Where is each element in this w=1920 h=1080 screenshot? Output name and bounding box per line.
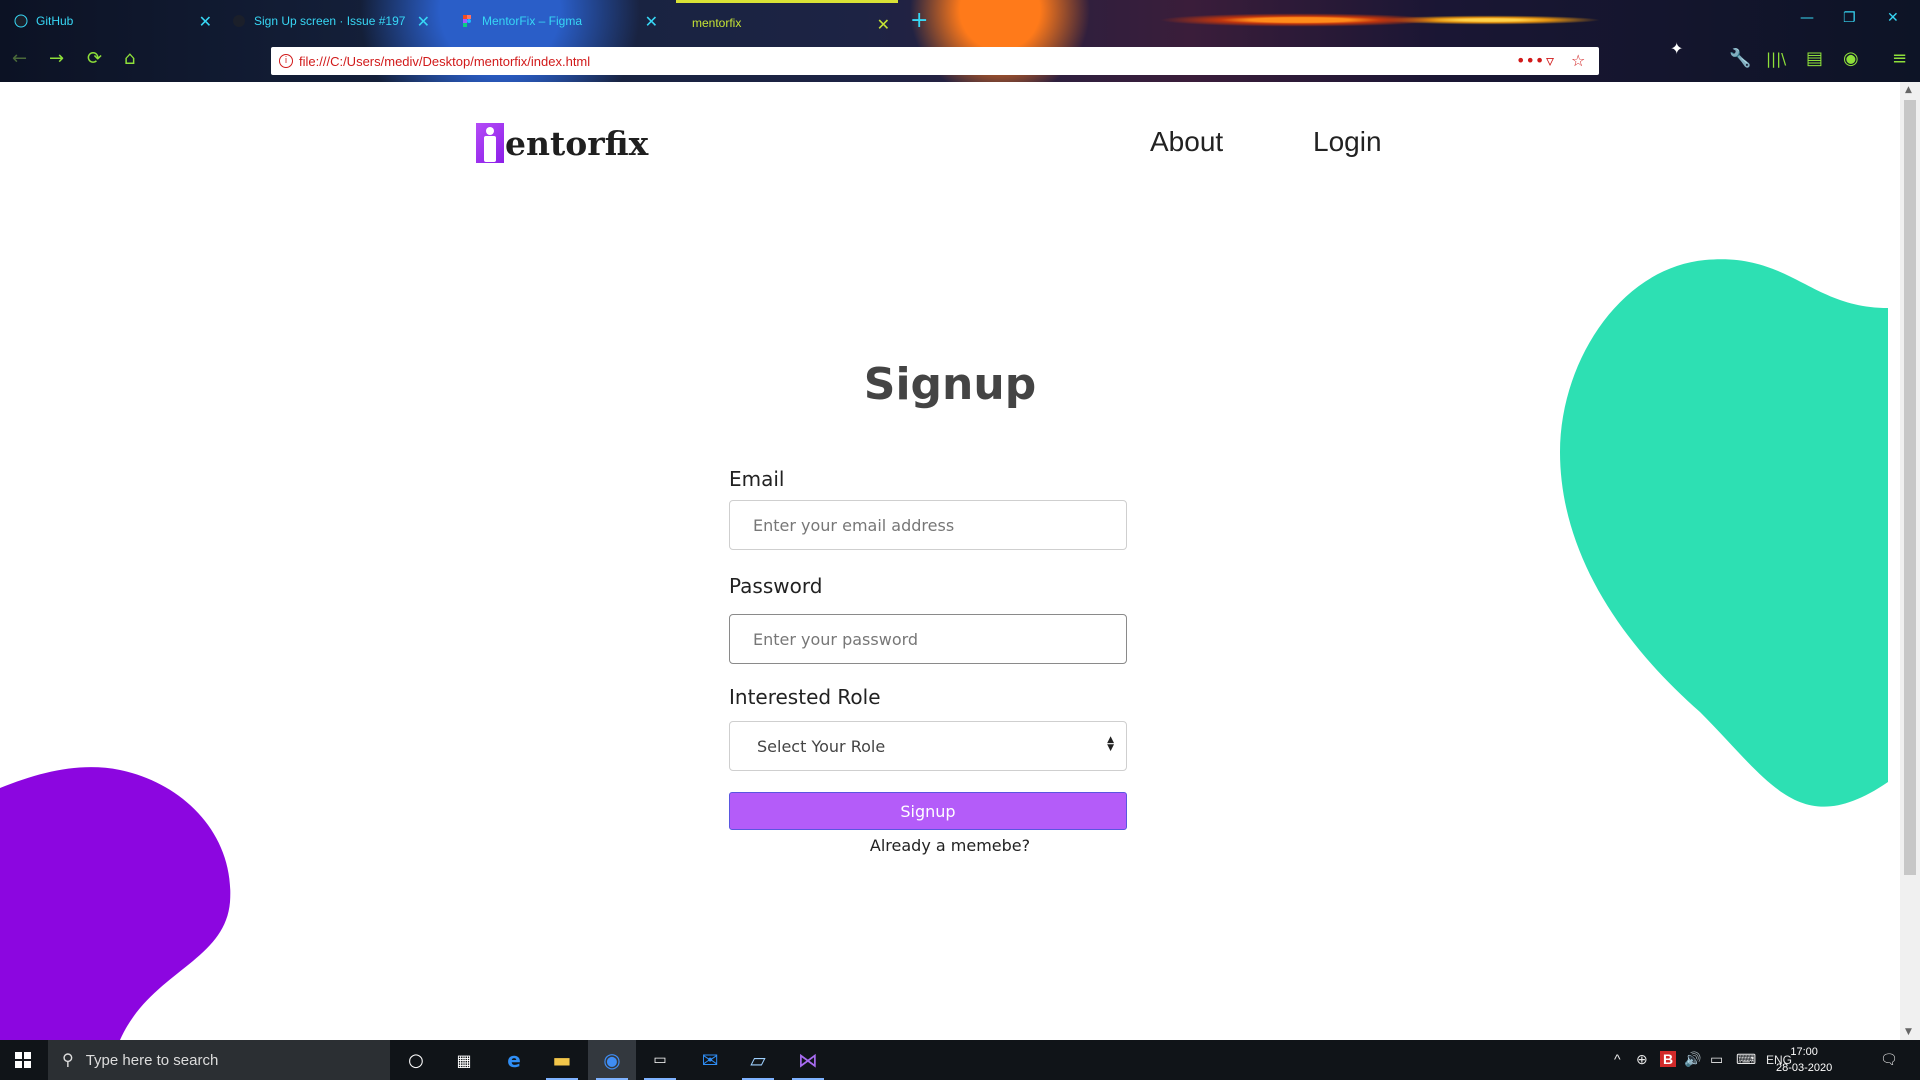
antivirus-icon[interactable]: B <box>1660 1051 1677 1067</box>
close-icon[interactable]: ✕ <box>199 12 212 32</box>
battery-icon[interactable]: ▭ <box>1710 1051 1723 1068</box>
select-arrows-icon: ▲ ▼ <box>1107 735 1114 753</box>
keyboard-icon[interactable]: ⌨ <box>1736 1051 1756 1068</box>
back-icon[interactable]: ← <box>12 50 27 68</box>
file-explorer-icon[interactable]: ▬ <box>538 1040 586 1080</box>
edge-icon[interactable]: e <box>490 1040 538 1080</box>
close-icon[interactable]: ✕ <box>645 12 658 32</box>
new-tab-button[interactable]: + <box>910 8 928 33</box>
more-actions-icon[interactable]: ••• <box>1516 51 1544 70</box>
clock-date: 28-03-2020 <box>1776 1062 1833 1074</box>
menu-icon[interactable]: ≡ <box>1892 50 1907 68</box>
email-label: Email <box>729 467 785 491</box>
visual-studio-icon[interactable]: ⋈ <box>784 1040 832 1080</box>
close-window-icon[interactable]: ✕ <box>1887 10 1899 26</box>
close-icon[interactable]: ✕ <box>417 12 430 32</box>
github-icon <box>14 14 28 28</box>
notifications-icon[interactable]: 🗨 <box>1880 1051 1898 1068</box>
page-viewport: entorfix About Login Signup Email Passwo… <box>0 82 1900 1040</box>
page-title: Signup <box>863 359 1037 410</box>
mail-icon[interactable]: ✉ <box>686 1040 734 1080</box>
signup-button[interactable]: Signup <box>729 792 1127 830</box>
terminal-icon[interactable]: ▭ <box>636 1040 684 1080</box>
tab-label: GitHub <box>36 14 74 28</box>
browser-chrome: GitHub ✕ Sign Up screen · Issue #197 ✕ M… <box>0 0 1920 82</box>
clock[interactable]: 17:00 28-03-2020 <box>1776 1044 1832 1076</box>
logo-text: entorfix <box>505 123 649 163</box>
taskbar: ⚲ Type here to search ○ ▦ e ▬ ◉ ▭ ✉ ▱ ⋈ … <box>0 1040 1920 1080</box>
minimize-icon[interactable]: — <box>1800 10 1814 26</box>
clock-time: 17:00 <box>1790 1046 1818 1058</box>
pocket-icon[interactable]: ▿ <box>1546 51 1554 70</box>
wrench-icon[interactable]: 🔧 <box>1729 50 1751 68</box>
already-member-link[interactable]: Already a memebe? <box>0 836 1900 855</box>
figma-icon <box>460 14 474 28</box>
role-selected-value: Select Your Role <box>757 736 886 756</box>
cortana-icon[interactable]: ○ <box>392 1040 440 1080</box>
tab-label: Sign Up screen · Issue #197 <box>254 14 406 28</box>
tab-label: mentorfix <box>692 15 742 30</box>
volume-icon[interactable]: 🔊 <box>1684 1051 1701 1068</box>
scroll-thumb[interactable] <box>1904 100 1916 875</box>
address-bar[interactable]: i file:///C:/Users/mediv/Desktop/mentorf… <box>271 47 1599 75</box>
home-icon[interactable]: ⌂ <box>124 50 135 68</box>
sidebar-icon[interactable]: ▤ <box>1806 50 1823 68</box>
tab-github[interactable]: GitHub ✕ <box>14 0 220 42</box>
scrollbar[interactable]: ▲ ▼ <box>1900 82 1920 1040</box>
url-text[interactable]: file:///C:/Users/mediv/Desktop/mentorfix… <box>299 54 590 69</box>
sparkle-icon: ✦ <box>1670 39 1684 58</box>
tab-mentorfix[interactable]: mentorfix ✕ <box>676 0 898 42</box>
teal-blob <box>1560 259 1888 807</box>
task-view-icon[interactable]: ▦ <box>440 1040 488 1080</box>
bookmark-star-icon[interactable]: ☆ <box>1571 51 1585 70</box>
tab-issue[interactable]: Sign Up screen · Issue #197 ✕ <box>232 0 438 42</box>
purple-blob <box>0 767 231 1040</box>
reload-icon[interactable]: ⟳ <box>87 50 102 68</box>
search-icon: ⚲ <box>62 1052 74 1069</box>
github-icon <box>232 14 246 28</box>
firefox-icon[interactable]: ◉ <box>588 1040 636 1080</box>
password-field[interactable] <box>729 614 1127 664</box>
tray-chevron-icon[interactable]: ^ <box>1614 1051 1621 1067</box>
account-icon[interactable]: ◉ <box>1843 50 1859 68</box>
search-placeholder: Type here to search <box>85 1051 219 1069</box>
restore-icon[interactable]: ❐ <box>1843 10 1856 26</box>
scroll-down-icon[interactable]: ▼ <box>1905 1027 1912 1037</box>
close-icon[interactable]: ✕ <box>877 15 890 35</box>
tab-figma[interactable]: MentorFix – Figma ✕ <box>460 0 666 42</box>
password-label: Password <box>729 574 823 598</box>
logo-mark-icon <box>476 123 504 163</box>
logo[interactable]: entorfix <box>476 123 648 163</box>
forward-icon[interactable]: → <box>49 50 64 68</box>
scroll-up-icon[interactable]: ▲ <box>1905 85 1912 95</box>
page-icon <box>676 16 684 30</box>
taskbar-search[interactable]: ⚲ Type here to search <box>48 1040 390 1080</box>
background-blobs <box>0 259 1888 1040</box>
role-select[interactable]: Select Your Role ▲ ▼ <box>729 721 1127 771</box>
nav-about[interactable]: About <box>1150 126 1223 158</box>
windows-start-icon[interactable] <box>0 1040 46 1080</box>
notes-icon[interactable]: ▱ <box>734 1040 782 1080</box>
tab-label: MentorFix – Figma <box>482 14 583 28</box>
info-icon[interactable]: i <box>279 54 293 68</box>
role-label: Interested Role <box>729 685 881 709</box>
library-icon[interactable]: |||\ <box>1766 50 1786 68</box>
network-globe-icon[interactable]: ⊕ <box>1636 1051 1648 1068</box>
nav-login[interactable]: Login <box>1313 126 1382 158</box>
email-field[interactable] <box>729 500 1127 550</box>
